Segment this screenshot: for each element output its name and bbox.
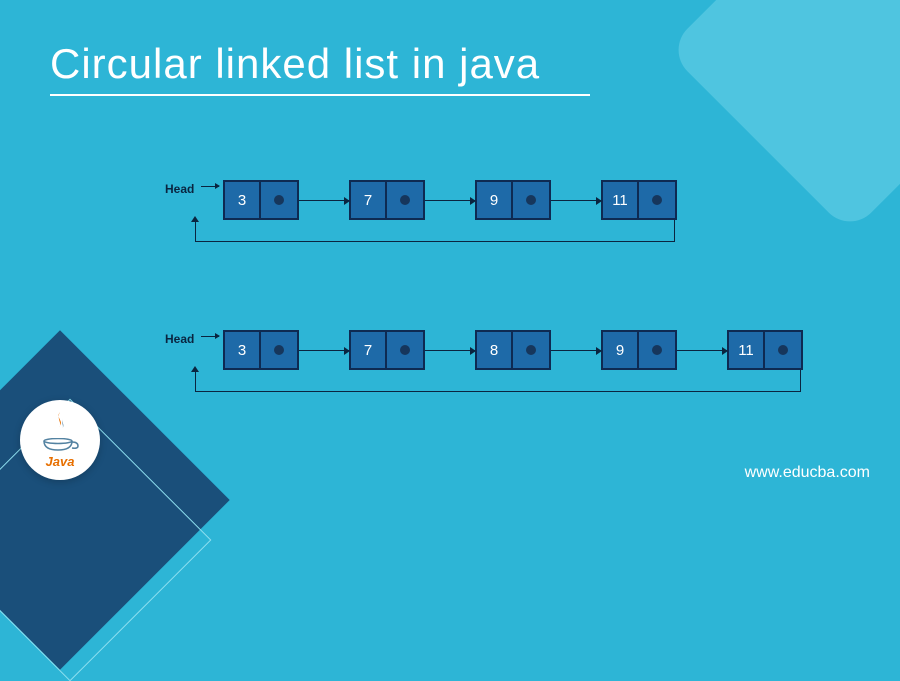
arrow-icon bbox=[299, 350, 349, 351]
pointer-dot-icon bbox=[652, 195, 662, 205]
arrow-icon bbox=[425, 200, 475, 201]
nodes-row: 3 7 9 11 bbox=[223, 180, 677, 220]
node: 3 bbox=[223, 330, 299, 370]
head-arrow-icon bbox=[201, 186, 219, 187]
loop-arrow-up-icon bbox=[191, 366, 199, 372]
java-logo-text: Java bbox=[46, 454, 75, 469]
pointer-dot-icon bbox=[526, 345, 536, 355]
arrow-icon bbox=[425, 350, 475, 351]
node: 11 bbox=[601, 180, 677, 220]
node-pointer bbox=[765, 332, 801, 368]
node-value: 7 bbox=[351, 182, 387, 218]
title-block: Circular linked list in java bbox=[50, 40, 590, 96]
arrow-icon bbox=[677, 350, 727, 351]
head-label: Head bbox=[165, 182, 194, 196]
pointer-dot-icon bbox=[274, 195, 284, 205]
node-pointer bbox=[261, 182, 297, 218]
pointer-dot-icon bbox=[274, 345, 284, 355]
node-value: 11 bbox=[729, 332, 765, 368]
pointer-dot-icon bbox=[526, 195, 536, 205]
node: 11 bbox=[727, 330, 803, 370]
arrow-icon bbox=[551, 200, 601, 201]
site-url: www.educba.com bbox=[745, 464, 870, 482]
node-pointer bbox=[639, 332, 675, 368]
circular-loop-line bbox=[195, 370, 801, 392]
node-pointer bbox=[387, 182, 423, 218]
page-title: Circular linked list in java bbox=[50, 40, 590, 88]
nodes-row: 3 7 8 9 11 bbox=[223, 330, 803, 370]
pointer-dot-icon bbox=[400, 195, 410, 205]
node-pointer bbox=[387, 332, 423, 368]
node-pointer bbox=[513, 332, 549, 368]
pointer-dot-icon bbox=[400, 345, 410, 355]
java-logo: Java bbox=[20, 400, 100, 480]
pointer-dot-icon bbox=[778, 345, 788, 355]
head-arrow-icon bbox=[201, 336, 219, 337]
head-label: Head bbox=[165, 332, 194, 346]
linked-list-1: Head 3 7 9 11 bbox=[165, 180, 865, 260]
circular-loop-line bbox=[195, 220, 675, 242]
loop-arrow-up-icon bbox=[191, 216, 199, 222]
node: 9 bbox=[601, 330, 677, 370]
linked-list-2: Head 3 7 8 9 11 bbox=[165, 330, 865, 410]
title-underline bbox=[50, 94, 590, 96]
node-value: 8 bbox=[477, 332, 513, 368]
diagram-area: Head 3 7 9 11 Head bbox=[165, 180, 865, 480]
arrow-icon bbox=[299, 200, 349, 201]
java-steam-icon bbox=[45, 412, 75, 438]
arrow-icon bbox=[551, 350, 601, 351]
node-value: 3 bbox=[225, 332, 261, 368]
pointer-dot-icon bbox=[652, 345, 662, 355]
node-pointer bbox=[513, 182, 549, 218]
node-value: 7 bbox=[351, 332, 387, 368]
node-value: 9 bbox=[603, 332, 639, 368]
node: 3 bbox=[223, 180, 299, 220]
node: 8 bbox=[475, 330, 551, 370]
node-value: 11 bbox=[603, 182, 639, 218]
node-pointer bbox=[261, 332, 297, 368]
java-cup-icon bbox=[40, 438, 80, 452]
node-value: 9 bbox=[477, 182, 513, 218]
node: 7 bbox=[349, 180, 425, 220]
node: 9 bbox=[475, 180, 551, 220]
node-value: 3 bbox=[225, 182, 261, 218]
node: 7 bbox=[349, 330, 425, 370]
node-pointer bbox=[639, 182, 675, 218]
